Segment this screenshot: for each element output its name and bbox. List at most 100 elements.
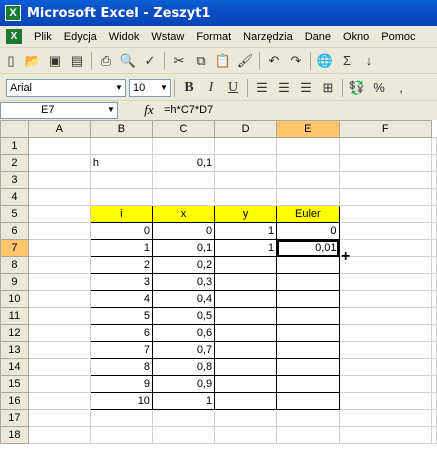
row-header-12[interactable]: 12 (0, 324, 29, 342)
cell-b11[interactable]: 5 (89, 307, 153, 325)
cell-c12[interactable]: 0,6 (151, 324, 216, 342)
paste-icon[interactable]: 📋 (212, 50, 234, 72)
cell-b1[interactable] (89, 137, 153, 155)
cell-d3[interactable] (214, 171, 278, 189)
sort-ascending-icon[interactable]: ↓ (358, 50, 380, 72)
cell-d14[interactable] (214, 358, 278, 376)
cell-g4[interactable] (431, 188, 437, 206)
cell-b13[interactable]: 7 (89, 341, 153, 359)
underline-button[interactable]: U (222, 77, 244, 99)
open-folder-icon[interactable]: 📂 (22, 50, 44, 72)
cell-b14[interactable]: 8 (89, 358, 153, 376)
column-header-a[interactable]: A (27, 120, 91, 138)
row-header-8[interactable]: 8 (0, 256, 29, 274)
cell-e18[interactable] (276, 426, 340, 444)
row-header-5[interactable]: 5 (0, 205, 29, 223)
cell-g18[interactable] (431, 426, 437, 444)
cell-e17[interactable] (276, 409, 340, 427)
cell-d7[interactable]: 1 (214, 239, 278, 257)
cell-b16[interactable]: 10 (89, 392, 153, 410)
cell-a16[interactable] (27, 392, 91, 410)
cell-c8[interactable]: 0,2 (151, 256, 216, 274)
merge-center-icon[interactable]: ⊞ (317, 77, 339, 99)
cell-e2[interactable] (276, 154, 340, 172)
spelling-icon[interactable]: ✓ (139, 50, 161, 72)
row-header-6[interactable]: 6 (0, 222, 29, 240)
autosum-icon[interactable]: Σ (336, 50, 358, 72)
cell-b6[interactable]: 0 (89, 222, 153, 240)
cell-a18[interactable] (27, 426, 91, 444)
cell-d11[interactable] (214, 307, 278, 325)
cell-f3[interactable] (338, 171, 433, 189)
align-right-icon[interactable]: ☰ (295, 77, 317, 99)
name-box[interactable]: E7 ▼ (0, 101, 118, 119)
cell-c4[interactable] (151, 188, 216, 206)
cell-f2[interactable] (338, 154, 433, 172)
cell-e1[interactable] (276, 137, 340, 155)
cell-c15[interactable]: 0,9 (151, 375, 216, 393)
cell-e11[interactable] (276, 307, 340, 325)
cell-a6[interactable] (27, 222, 91, 240)
cell-g5[interactable] (431, 205, 437, 223)
cell-b17[interactable] (89, 409, 153, 427)
cell-g15[interactable] (431, 375, 437, 393)
column-header-f[interactable]: F (338, 120, 433, 138)
row-header-15[interactable]: 15 (0, 375, 29, 393)
cell-c14[interactable]: 0,8 (151, 358, 216, 376)
menu-dane[interactable]: Dane (299, 31, 337, 43)
menu-edycja[interactable]: Edycja (58, 31, 103, 43)
cell-g17[interactable] (431, 409, 437, 427)
cell-e12[interactable] (276, 324, 340, 342)
cell-e10[interactable] (276, 290, 340, 308)
bold-button[interactable]: B (178, 77, 200, 99)
cell-d9[interactable] (214, 273, 278, 291)
cell-b18[interactable] (89, 426, 153, 444)
currency-icon[interactable]: 💱 (346, 77, 368, 99)
cell-b5[interactable]: i (89, 205, 153, 223)
cell-e13[interactable] (276, 341, 340, 359)
cell-f12[interactable] (338, 324, 433, 342)
cell-d13[interactable] (214, 341, 278, 359)
row-header-10[interactable]: 10 (0, 290, 29, 308)
align-left-icon[interactable]: ☰ (251, 77, 273, 99)
menu-okno[interactable]: Okno (337, 31, 375, 43)
cell-d15[interactable] (214, 375, 278, 393)
cell-a7[interactable] (27, 239, 91, 257)
cell-d6[interactable]: 1 (214, 222, 278, 240)
new-document-icon[interactable]: ▯ (0, 50, 22, 72)
cell-a14[interactable] (27, 358, 91, 376)
cell-d17[interactable] (214, 409, 278, 427)
row-header-11[interactable]: 11 (0, 307, 29, 325)
hyperlink-icon[interactable]: 🌐 (314, 50, 336, 72)
italic-button[interactable]: I (200, 77, 222, 99)
cell-f11[interactable] (338, 307, 433, 325)
cell-b4[interactable] (89, 188, 153, 206)
cell-g2[interactable] (431, 154, 437, 172)
cell-d12[interactable] (214, 324, 278, 342)
cell-a12[interactable] (27, 324, 91, 342)
cell-e15[interactable] (276, 375, 340, 393)
copy-icon[interactable]: ⧉ (190, 50, 212, 72)
row-header-17[interactable]: 17 (0, 409, 29, 427)
undo-icon[interactable]: ↶ (263, 50, 285, 72)
cell-e9[interactable] (276, 273, 340, 291)
print-preview-icon[interactable]: 🔍 (117, 50, 139, 72)
row-header-18[interactable]: 18 (0, 426, 29, 444)
cell-b7[interactable]: 1 (89, 239, 153, 257)
cell-c2[interactable]: 0,1 (151, 154, 216, 172)
cell-a17[interactable] (27, 409, 91, 427)
cell-e5[interactable]: Euler (276, 205, 340, 223)
cell-d16[interactable] (214, 392, 278, 410)
cell-f5[interactable] (338, 205, 433, 223)
cell-d1[interactable] (214, 137, 278, 155)
cell-g7[interactable] (431, 239, 437, 257)
chevron-down-icon[interactable]: ▼ (105, 102, 117, 118)
cell-e16[interactable] (276, 392, 340, 410)
cell-f14[interactable] (338, 358, 433, 376)
cell-b3[interactable] (89, 171, 153, 189)
percent-button[interactable]: % (368, 77, 390, 99)
formula-input[interactable]: =h*C7*D7 (164, 104, 213, 116)
menu-format[interactable]: Format (190, 31, 237, 43)
cell-a5[interactable] (27, 205, 91, 223)
menu-plik[interactable]: Plik (28, 31, 58, 43)
